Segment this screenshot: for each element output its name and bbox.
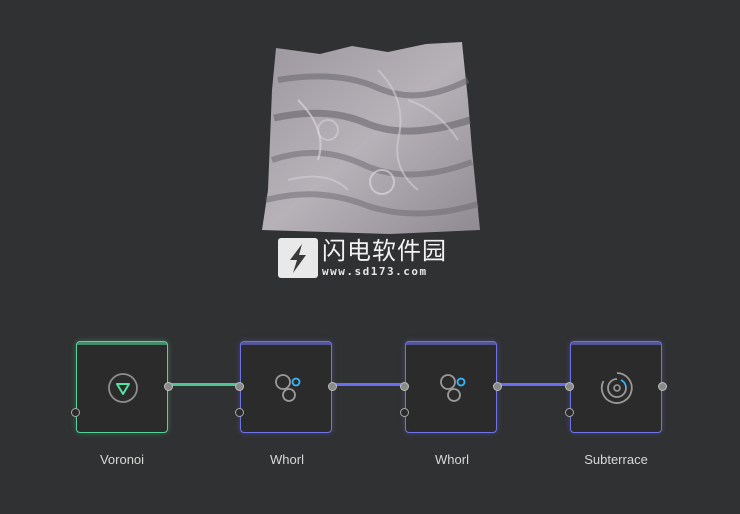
node-voronoi[interactable] bbox=[71, 341, 173, 433]
input-port[interactable] bbox=[565, 382, 574, 391]
output-port[interactable] bbox=[658, 382, 667, 391]
output-port[interactable] bbox=[164, 382, 173, 391]
subterrace-rings-icon bbox=[600, 372, 633, 404]
output-port[interactable] bbox=[493, 382, 502, 391]
watermark-url: www.sd173.com bbox=[322, 265, 428, 278]
node-label-whorl-1: Whorl bbox=[270, 452, 304, 467]
node-label-whorl-2: Whorl bbox=[435, 452, 469, 467]
node-subterrace[interactable] bbox=[565, 341, 667, 433]
whorl-circles-icon bbox=[275, 374, 301, 402]
wire-whorl-subterrace bbox=[499, 383, 571, 386]
triangle-down-in-circle-icon bbox=[108, 373, 138, 403]
input-port[interactable] bbox=[235, 382, 244, 391]
node-label-voronoi: Voronoi bbox=[99, 452, 145, 467]
whorl-circles-icon bbox=[440, 374, 466, 402]
node-whorl-2[interactable] bbox=[400, 341, 502, 433]
input-port[interactable] bbox=[71, 408, 80, 417]
node-graph: Voronoi Whorl Whorl Subterrace bbox=[0, 320, 740, 480]
input-port-secondary[interactable] bbox=[565, 408, 574, 417]
input-port-secondary[interactable] bbox=[400, 408, 409, 417]
wire-whorl-whorl bbox=[334, 383, 406, 386]
node-whorl-1[interactable] bbox=[235, 341, 337, 433]
output-port[interactable] bbox=[328, 382, 337, 391]
input-port[interactable] bbox=[400, 382, 409, 391]
terrain-preview bbox=[262, 42, 480, 234]
lightning-logo-icon bbox=[278, 238, 318, 278]
wire-voronoi-whorl bbox=[170, 383, 242, 386]
watermark-title: 闪电软件园 bbox=[322, 237, 447, 265]
input-port-secondary[interactable] bbox=[235, 408, 244, 417]
node-label-subterrace: Subterrace bbox=[584, 452, 648, 467]
watermark: 闪电软件园 www.sd173.com bbox=[278, 238, 448, 280]
